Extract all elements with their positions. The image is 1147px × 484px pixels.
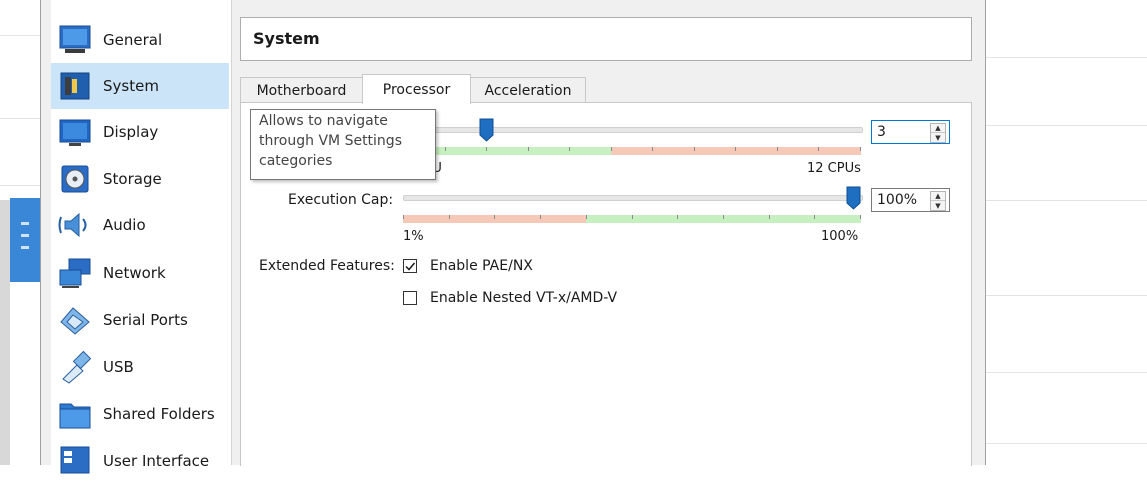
scale-tick <box>585 215 587 219</box>
checkmark-icon <box>405 262 416 271</box>
processor-count-stepper: ▲ ▼ <box>930 123 946 143</box>
scale-tick <box>540 215 542 219</box>
scale-tick <box>652 147 654 151</box>
user-interface-icon <box>57 443 93 479</box>
processor-count-value: 3 <box>877 124 886 140</box>
background-panel <box>0 200 10 465</box>
sidebar-item-label: USB <box>103 358 134 376</box>
sidebar-item-general[interactable]: General <box>51 17 229 63</box>
shared-folders-icon <box>57 396 93 432</box>
scale-tick <box>444 147 446 151</box>
scale-tick <box>860 147 861 151</box>
usb-icon <box>57 349 93 385</box>
execution-cap-label: Execution Cap: <box>288 192 394 208</box>
sidebar-item-label: Serial Ports <box>103 311 188 329</box>
page-title: System <box>253 29 320 48</box>
sidebar-item-usb[interactable]: USB <box>51 344 229 390</box>
scale-tick <box>776 147 778 151</box>
tab-label: Processor <box>382 81 451 98</box>
execution-cap-spinbox[interactable]: 100% ▲ ▼ <box>871 188 950 212</box>
processor-count-spinbox[interactable]: 3 ▲ ▼ <box>871 120 950 144</box>
scale-tick <box>486 147 488 151</box>
sidebar-item-serial-ports[interactable]: Serial Ports <box>51 297 229 343</box>
tooltip-line: categories <box>259 153 333 169</box>
execution-cap-stepper: ▲ ▼ <box>930 191 946 211</box>
enable-nested-vtx-checkbox[interactable] <box>403 291 417 305</box>
scale-tick <box>448 215 450 219</box>
scale-tick <box>860 215 861 219</box>
sidebar-item-label: General <box>103 31 163 49</box>
general-icon <box>57 22 93 58</box>
sidebar-item-label: System <box>103 77 159 95</box>
spin-up-icon[interactable]: ▲ <box>931 192 945 201</box>
tab-label: Motherboard <box>256 82 347 99</box>
tab-processor[interactable]: Processor <box>362 74 471 104</box>
scale-tick <box>677 215 679 219</box>
scale-tick <box>722 215 724 219</box>
scale-tick <box>768 215 770 219</box>
sidebar-item-storage[interactable]: Storage <box>51 156 229 202</box>
sidebar-item-system[interactable]: System <box>51 63 229 109</box>
tab-acceleration[interactable]: Acceleration <box>470 77 586 103</box>
tooltip-line: Allows to navigate <box>259 113 388 129</box>
page-header: System <box>240 17 972 61</box>
settings-dialog: General System Display Storage Audio Net… <box>40 0 986 474</box>
scale-tick <box>610 147 612 151</box>
scale-tick <box>494 215 496 219</box>
enable-pae-label: Enable PAE/NX <box>430 258 533 274</box>
processor-max-label: 12 CPUs <box>807 161 861 176</box>
execution-cap-slider-scale <box>403 215 861 223</box>
spin-down-icon[interactable]: ▼ <box>931 201 945 210</box>
execution-cap-value: 100% <box>877 192 918 208</box>
audio-icon <box>57 207 93 243</box>
sidebar-item-network[interactable]: Network <box>51 250 229 296</box>
tab-motherboard[interactable]: Motherboard <box>240 77 363 103</box>
tab-label: Acceleration <box>484 82 572 99</box>
extended-features-label: Extended Features: <box>259 258 395 274</box>
enable-nested-vtx-label: Enable Nested VT-x/AMD-V <box>430 290 618 306</box>
settings-sidebar: General System Display Storage Audio Net… <box>51 0 232 474</box>
serial-ports-icon <box>57 302 93 338</box>
processor-slider-thumb[interactable] <box>479 118 494 142</box>
background-divider <box>0 35 40 36</box>
tooltip-line: through VM Settings <box>259 133 402 149</box>
system-icon <box>57 68 93 104</box>
sidebar-item-label: Storage <box>103 170 162 188</box>
sidebar-item-audio[interactable]: Audio <box>51 202 229 248</box>
scale-tick <box>403 215 404 219</box>
sidebar-item-display[interactable]: Display <box>51 109 229 155</box>
processor-slider-scale <box>403 147 861 155</box>
sidebar-item-user-interface[interactable]: User Interface <box>51 438 229 484</box>
scale-tick <box>814 215 816 219</box>
background-divider <box>0 185 40 186</box>
scale-tick <box>735 147 737 151</box>
background-side-tab[interactable] <box>10 198 40 282</box>
storage-icon <box>57 161 93 197</box>
execution-cap-slider-thumb[interactable] <box>846 186 861 210</box>
execution-cap-slider-track[interactable] <box>403 195 863 201</box>
sidebar-item-shared-folders[interactable]: Shared Folders <box>51 391 229 437</box>
sidebar-item-label: Audio <box>103 216 146 234</box>
sidebar-item-label: Shared Folders <box>103 405 215 423</box>
spin-down-icon[interactable]: ▼ <box>931 133 945 142</box>
background-divider <box>0 118 40 119</box>
network-icon <box>57 255 93 291</box>
scale-tick <box>631 215 633 219</box>
scale-tick <box>693 147 695 151</box>
spin-up-icon[interactable]: ▲ <box>931 124 945 133</box>
display-icon <box>57 114 93 150</box>
sidebar-tooltip: Allows to navigate through VM Settings c… <box>250 109 436 180</box>
execution-cap-max-label: 100% <box>821 229 859 244</box>
sidebar-item-label: Display <box>103 123 159 141</box>
scale-tick <box>569 147 571 151</box>
sidebar-item-label: User Interface <box>103 452 210 470</box>
execution-cap-min-label: 1% <box>403 229 424 244</box>
scale-tick <box>527 147 529 151</box>
sidebar-item-label: Network <box>103 264 166 282</box>
scale-tick <box>818 147 820 151</box>
processor-slider-track[interactable] <box>403 127 863 133</box>
enable-pae-checkbox[interactable] <box>403 259 417 273</box>
